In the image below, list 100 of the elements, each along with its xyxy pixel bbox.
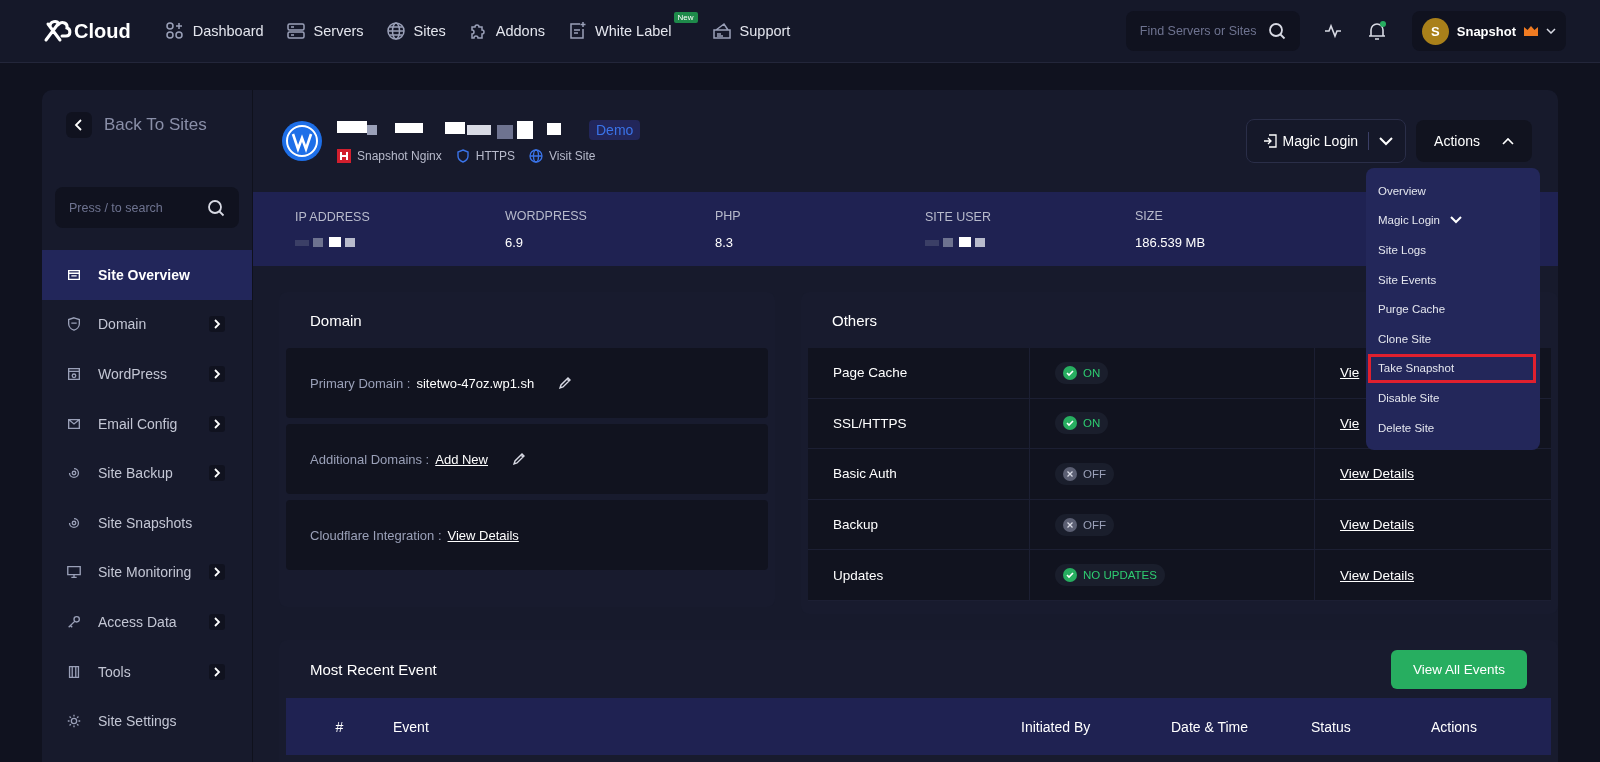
link[interactable]: View Details bbox=[1340, 567, 1415, 583]
field-label: Primary Domain : bbox=[310, 375, 411, 391]
sidebar-item[interactable]: Domain bbox=[42, 299, 252, 350]
user-menu[interactable]: S Snapshot bbox=[1411, 11, 1566, 51]
sidebar-item[interactable]: WordPress bbox=[42, 349, 252, 399]
check-icon bbox=[1063, 365, 1077, 380]
link[interactable]: Vie bbox=[1340, 365, 1360, 381]
menu-item[interactable]: Site Events bbox=[1366, 264, 1540, 295]
crown-icon bbox=[1524, 26, 1538, 36]
info-label: PHP bbox=[715, 208, 742, 223]
setting-name: Basic Auth bbox=[808, 449, 1030, 499]
nav-link[interactable]: Sites bbox=[385, 21, 446, 41]
status-pill: ON bbox=[1055, 361, 1109, 384]
globe-icon bbox=[385, 21, 406, 41]
chevron-up-icon bbox=[1502, 137, 1514, 145]
site-meta-link[interactable]: Visit Site bbox=[549, 149, 596, 163]
back-link[interactable]: Back To Sites bbox=[104, 115, 207, 135]
back-button[interactable] bbox=[66, 112, 92, 138]
menu-item[interactable]: Overview bbox=[1366, 176, 1540, 206]
grid-icon bbox=[164, 21, 185, 41]
sidebar-item[interactable]: Site Monitoring bbox=[42, 547, 252, 598]
nav-link[interactable]: Support bbox=[711, 21, 791, 41]
link[interactable]: View Details bbox=[447, 527, 519, 543]
menu-item[interactable]: Purge Cache bbox=[1366, 294, 1540, 324]
search-field[interactable]: Press / to search bbox=[55, 187, 239, 228]
logo-text[interactable]: Cloud bbox=[74, 19, 131, 43]
search-icon[interactable] bbox=[1267, 22, 1286, 40]
pencil-icon[interactable] bbox=[558, 376, 573, 390]
field-label: Cloudflare Integration : bbox=[310, 527, 442, 543]
chevron-left-icon bbox=[74, 119, 84, 131]
nav-link[interactable]: Addons bbox=[467, 21, 545, 41]
setting-name: Backup bbox=[808, 499, 1030, 550]
menu-item[interactable]: Disable Site bbox=[1366, 383, 1540, 413]
link[interactable]: View Details bbox=[1340, 517, 1415, 533]
info-label: SIZE bbox=[1135, 208, 1164, 223]
column-header: Date & Time bbox=[1171, 718, 1250, 735]
nav-link[interactable]: Servers bbox=[285, 21, 364, 41]
search-field[interactable]: Find Servers or Sites bbox=[1125, 11, 1300, 51]
magic-login-button[interactable]: Magic Login bbox=[1245, 119, 1407, 163]
menu-item[interactable]: Magic Login bbox=[1366, 205, 1540, 236]
chevron-down-icon[interactable] bbox=[1379, 136, 1394, 146]
link[interactable]: Vie bbox=[1340, 415, 1360, 431]
link[interactable]: Add New bbox=[435, 451, 488, 467]
chevron-down-icon bbox=[1546, 28, 1556, 34]
column-header: Actions bbox=[1431, 718, 1478, 735]
card-title: Others bbox=[832, 310, 877, 331]
note-icon bbox=[567, 21, 587, 41]
pencil-icon[interactable] bbox=[512, 452, 526, 466]
info-value: 6.9 bbox=[505, 234, 525, 250]
card-title: Domain bbox=[310, 310, 362, 331]
sidebar-item[interactable]: Access Data bbox=[42, 597, 252, 647]
check-icon bbox=[1063, 568, 1077, 583]
sidebar-item[interactable]: Site Snapshots bbox=[42, 497, 252, 548]
info-label: IP ADDRESS bbox=[295, 210, 371, 224]
card-title: Most Recent Event bbox=[310, 659, 437, 680]
link[interactable]: View Details bbox=[1340, 466, 1415, 482]
server-badge-icon bbox=[337, 149, 351, 163]
actions-button[interactable]: Actions bbox=[1416, 120, 1532, 162]
sidebar-item[interactable]: Email Config bbox=[42, 398, 252, 449]
site-meta-link[interactable]: Snapshot Nginx bbox=[357, 149, 442, 163]
nav-link[interactable]: Dashboard bbox=[164, 21, 264, 41]
shield-icon bbox=[455, 149, 470, 163]
cloud-logo-icon bbox=[42, 18, 72, 44]
gear-icon bbox=[66, 713, 82, 730]
server-icon bbox=[285, 21, 306, 41]
sidebar-item[interactable]: Site Settings bbox=[42, 696, 252, 746]
menu-item[interactable]: Take Snapshot bbox=[1368, 353, 1536, 384]
check-icon bbox=[1063, 416, 1077, 431]
column-header: Initiated By bbox=[1021, 718, 1092, 735]
login-icon bbox=[1262, 134, 1277, 148]
key-icon bbox=[66, 613, 82, 630]
status-pill: NO UPDATES bbox=[1055, 564, 1165, 587]
wordpress-logo-icon bbox=[281, 120, 323, 162]
demo-badge: Demo bbox=[589, 120, 641, 140]
monitor-icon bbox=[66, 564, 82, 581]
column-header: # bbox=[334, 718, 345, 735]
cross-icon bbox=[1063, 467, 1077, 481]
user-name: Snapshot bbox=[1456, 23, 1516, 39]
activity-icon[interactable] bbox=[1323, 22, 1342, 40]
info-label: SITE USER bbox=[925, 210, 992, 224]
info-label: WORDPRESS bbox=[505, 208, 588, 223]
cross-icon bbox=[1063, 517, 1077, 532]
search-icon[interactable] bbox=[207, 198, 225, 217]
sidebar-item[interactable]: Tools bbox=[42, 646, 252, 697]
site-meta-link[interactable]: HTTPS bbox=[475, 149, 516, 163]
sidebar-item[interactable]: Site Overview bbox=[42, 250, 252, 300]
status-pill: OFF bbox=[1055, 463, 1114, 485]
setting-name: Updates bbox=[808, 550, 1030, 600]
status-pill: OFF bbox=[1055, 513, 1114, 536]
menu-item[interactable]: Delete Site bbox=[1366, 412, 1540, 443]
column-header: Event bbox=[393, 718, 430, 735]
status-pill: ON bbox=[1055, 412, 1109, 435]
column-header: Status bbox=[1311, 718, 1352, 735]
info-value: 186.539 MB bbox=[1135, 234, 1207, 250]
info-value: 8.3 bbox=[715, 234, 735, 250]
sidebar-item[interactable]: Site Backup bbox=[42, 448, 252, 498]
new-badge: New bbox=[673, 12, 698, 23]
globe-icon bbox=[529, 149, 544, 163]
menu-item[interactable]: Site Logs bbox=[1366, 235, 1540, 265]
menu-item[interactable]: Clone Site bbox=[1366, 323, 1540, 354]
